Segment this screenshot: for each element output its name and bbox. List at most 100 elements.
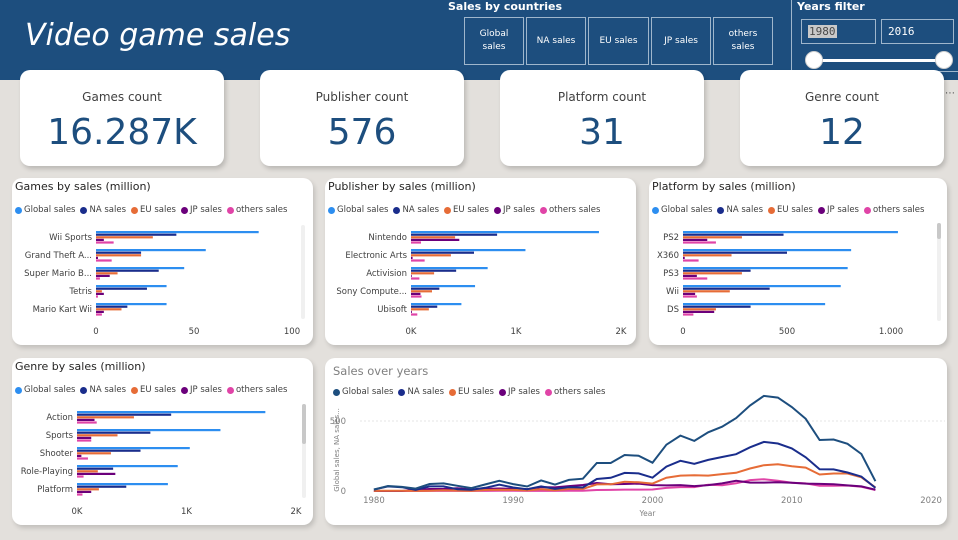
- bar[interactable]: [77, 454, 82, 457]
- bar[interactable]: [96, 287, 147, 290]
- slicer-others-sales-button[interactable]: others sales: [713, 17, 773, 65]
- bar[interactable]: [96, 305, 128, 308]
- bar[interactable]: [77, 439, 92, 442]
- bar[interactable]: [96, 233, 177, 236]
- bar[interactable]: [683, 305, 751, 308]
- bar[interactable]: [77, 447, 190, 450]
- bar[interactable]: [77, 475, 84, 478]
- bar[interactable]: [411, 295, 422, 298]
- slicer-global-sales-button[interactable]: Global sales: [464, 17, 524, 65]
- bar[interactable]: [683, 249, 852, 252]
- bar[interactable]: [96, 308, 122, 311]
- bar[interactable]: [96, 241, 114, 244]
- bar[interactable]: [683, 269, 751, 272]
- bar[interactable]: [411, 303, 462, 306]
- bar[interactable]: [683, 241, 716, 244]
- bar[interactable]: [683, 292, 696, 295]
- slicer-jp-sales-button[interactable]: JP sales: [651, 17, 711, 65]
- bar[interactable]: [96, 277, 100, 280]
- bar[interactable]: [683, 272, 742, 275]
- bar[interactable]: [411, 241, 421, 244]
- bar[interactable]: [683, 267, 848, 270]
- bar[interactable]: [96, 269, 159, 272]
- bar[interactable]: [77, 465, 178, 468]
- bar[interactable]: [411, 254, 451, 257]
- bar[interactable]: [683, 274, 697, 277]
- bar[interactable]: [77, 472, 116, 475]
- bar[interactable]: [77, 431, 151, 434]
- year-slider-track[interactable]: [814, 59, 944, 62]
- bar[interactable]: [96, 285, 167, 288]
- more-options-icon[interactable]: ⋯: [945, 88, 956, 99]
- bar[interactable]: [96, 274, 110, 277]
- bar[interactable]: [96, 290, 102, 293]
- bar[interactable]: [77, 483, 168, 486]
- bar[interactable]: [96, 310, 104, 313]
- bar[interactable]: [77, 434, 118, 437]
- year-slider-start-handle[interactable]: [805, 51, 823, 69]
- bar[interactable]: [77, 413, 172, 416]
- bar[interactable]: [411, 259, 425, 262]
- bar[interactable]: [683, 287, 770, 290]
- bar[interactable]: [96, 295, 98, 298]
- bar[interactable]: [683, 295, 697, 298]
- bar[interactable]: [411, 231, 599, 234]
- bar[interactable]: [96, 267, 185, 270]
- bar[interactable]: [683, 236, 742, 239]
- bar[interactable]: [96, 231, 259, 234]
- bar[interactable]: [77, 485, 127, 488]
- bar[interactable]: [683, 233, 784, 236]
- bar[interactable]: [683, 313, 694, 316]
- bar[interactable]: [683, 308, 716, 311]
- bar[interactable]: [683, 277, 708, 280]
- bar[interactable]: [411, 256, 413, 259]
- bar[interactable]: [411, 310, 412, 313]
- bar[interactable]: [411, 272, 435, 275]
- year-slider-end-handle[interactable]: [935, 51, 953, 69]
- bar[interactable]: [77, 457, 88, 460]
- slicer-eu-sales-button[interactable]: EU sales: [588, 17, 649, 65]
- bar[interactable]: [96, 259, 112, 262]
- bar[interactable]: [411, 236, 456, 239]
- bar[interactable]: [411, 277, 420, 280]
- bar[interactable]: [96, 256, 98, 259]
- bar[interactable]: [77, 411, 266, 414]
- bar[interactable]: [77, 490, 92, 493]
- bar[interactable]: [683, 303, 826, 306]
- bar[interactable]: [411, 305, 438, 308]
- bar[interactable]: [683, 254, 732, 257]
- bar[interactable]: [96, 254, 142, 257]
- bar[interactable]: [683, 290, 730, 293]
- bar[interactable]: [77, 493, 83, 496]
- bar[interactable]: [96, 313, 102, 316]
- bar[interactable]: [411, 287, 440, 290]
- bar[interactable]: [411, 267, 488, 270]
- series-line[interactable]: [373, 394, 877, 491]
- bar[interactable]: [411, 233, 498, 236]
- bar[interactable]: [77, 416, 134, 419]
- bar[interactable]: [683, 231, 898, 234]
- bar[interactable]: [77, 470, 98, 473]
- bar[interactable]: [77, 449, 141, 452]
- bar[interactable]: [411, 285, 476, 288]
- slicer-na-sales-button[interactable]: NA sales: [526, 17, 586, 65]
- bar[interactable]: [683, 310, 715, 313]
- bar[interactable]: [77, 488, 99, 491]
- bar[interactable]: [96, 251, 142, 254]
- year-to-input[interactable]: 2016: [881, 19, 954, 44]
- bar[interactable]: [411, 313, 418, 316]
- bar[interactable]: [77, 436, 92, 439]
- bar[interactable]: [77, 429, 221, 432]
- bar[interactable]: [77, 467, 114, 470]
- bar[interactable]: [411, 269, 457, 272]
- bar[interactable]: [77, 421, 97, 424]
- bar[interactable]: [683, 259, 699, 262]
- year-from-input[interactable]: 1980: [801, 19, 876, 44]
- bar[interactable]: [411, 290, 432, 293]
- bar[interactable]: [683, 251, 787, 254]
- bar[interactable]: [96, 249, 206, 252]
- bar[interactable]: [411, 292, 421, 295]
- bar[interactable]: [411, 251, 474, 254]
- bar[interactable]: [96, 236, 153, 239]
- bar[interactable]: [96, 292, 104, 295]
